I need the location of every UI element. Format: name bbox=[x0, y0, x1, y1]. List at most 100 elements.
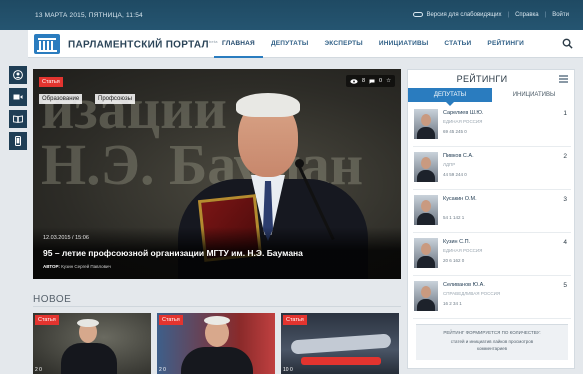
help-link[interactable]: Справка bbox=[515, 12, 539, 18]
card-hair bbox=[77, 319, 99, 327]
deputy-photo bbox=[414, 195, 438, 225]
deputy-stats: 44 59 244 0 bbox=[443, 172, 467, 177]
legend-heading: РЕЙТИНГ ФОРМИРУЕТСЯ ПО КОЛИЧЕСТВУ: bbox=[443, 330, 541, 335]
rating-rank: 5 bbox=[563, 282, 567, 289]
glasses-icon bbox=[413, 12, 424, 17]
tag-education[interactable]: Образование bbox=[39, 94, 83, 104]
nav-ratings[interactable]: РЕЙТИНГИ bbox=[479, 30, 532, 58]
views-count: 8 bbox=[361, 78, 365, 84]
top-bar: 13 МАРТА 2015, ПЯТНИЦА, 11:54 Версия для… bbox=[0, 0, 583, 30]
ratings-legend: РЕЙТИНГ ФОРМИРУЕТСЯ ПО КОЛИЧЕСТВУ: стате… bbox=[416, 324, 568, 360]
star-icon[interactable]: ☆ bbox=[386, 78, 391, 84]
main-header: ПАРЛАМЕНТСКИЙ ПОРТАЛbeta ГЛАВНАЯ ДЕПУТАТ… bbox=[28, 30, 583, 58]
news-card[interactable]: Статья 2 0 bbox=[33, 313, 151, 374]
rating-item[interactable]: Сарелиев Ш.Ю. ЕДИНАЯ РОССИЯ 69 45 245 0 … bbox=[413, 107, 571, 147]
card-stats: 10 0 bbox=[283, 367, 293, 373]
eye-icon bbox=[350, 78, 358, 84]
nav-initiatives[interactable]: ИНИЦИАТИВЫ bbox=[371, 30, 437, 58]
video-camera-icon bbox=[13, 94, 23, 100]
deputy-party: СПРАВЕДЛИВАЯ РОССИЯ bbox=[443, 291, 501, 296]
search-icon[interactable] bbox=[562, 38, 573, 49]
rating-rank: 3 bbox=[563, 196, 567, 203]
article-date: 12.03.2015 / 15:06 bbox=[43, 235, 89, 241]
nav-home[interactable]: ГЛАВНАЯ bbox=[214, 30, 263, 58]
microphone-icon bbox=[295, 159, 304, 168]
deputy-name[interactable]: Кусакин О.М. bbox=[443, 196, 477, 202]
nav-deputies[interactable]: ДЕПУТАТЫ bbox=[263, 30, 317, 58]
ratings-panel: РЕЙТИНГИ ДЕПУТАТЫ ИНИЦИАТИВЫ Сарелиев Ш.… bbox=[407, 69, 575, 369]
wall-text-line: изации bbox=[41, 76, 227, 141]
rating-rank: 4 bbox=[563, 239, 567, 246]
deputy-party: ЕДИНАЯ РОССИЯ bbox=[443, 119, 483, 124]
tag-unions[interactable]: Профсоюзы bbox=[95, 94, 135, 104]
portal-logo-icon[interactable] bbox=[34, 34, 60, 54]
mobile-phone-icon bbox=[15, 136, 21, 146]
hero-stats: 8 0 ☆ bbox=[345, 75, 395, 87]
divider: | bbox=[544, 12, 547, 19]
ratings-tabs: ДЕПУТАТЫ ИНИЦИАТИВЫ bbox=[408, 88, 576, 106]
news-card[interactable]: Статья 10 0 bbox=[281, 313, 399, 374]
deputy-photo bbox=[414, 238, 438, 268]
featured-article[interactable]: изации Н.Э. Бауман Статья Образование Пр… bbox=[33, 69, 401, 279]
ratings-title: РЕЙТИНГИ bbox=[456, 74, 508, 84]
rating-item[interactable]: Кузин С.П. ЕДИНАЯ РОССИЯ 20 6 162 0 4 bbox=[413, 236, 571, 276]
author-label: АВТОР: bbox=[43, 264, 60, 269]
menu-icon[interactable] bbox=[559, 75, 568, 83]
deputy-stats: 20 6 162 0 bbox=[443, 258, 465, 263]
comment-icon bbox=[369, 79, 375, 84]
left-toolbar bbox=[9, 66, 27, 154]
card-hair bbox=[204, 316, 230, 325]
card-suit bbox=[61, 343, 117, 374]
user-button[interactable] bbox=[9, 66, 27, 84]
user-icon bbox=[13, 70, 23, 80]
deputy-name[interactable]: Пивков С.А. bbox=[443, 153, 474, 159]
card-aircraft bbox=[290, 333, 392, 355]
login-link[interactable]: Войти bbox=[552, 12, 569, 18]
hero-wall-lettering: изации Н.Э. Бауман bbox=[41, 76, 363, 194]
nav-articles[interactable]: СТАТЬИ bbox=[436, 30, 479, 58]
portal-title[interactable]: ПАРЛАМЕНТСКИЙ ПОРТАЛbeta bbox=[68, 39, 218, 50]
top-links: Версия для слабовидящих | Справка | Войт… bbox=[413, 12, 569, 18]
rating-item[interactable]: Пивков С.А. ЛДПР 44 59 244 0 2 bbox=[413, 150, 571, 190]
rating-rank: 1 bbox=[563, 110, 567, 117]
news-card[interactable]: Статья 2 0 bbox=[157, 313, 275, 374]
mobile-button[interactable] bbox=[9, 132, 27, 150]
comments-count: 0 bbox=[379, 78, 383, 84]
card-badge: Статья bbox=[283, 315, 307, 325]
tab-deputies[interactable]: ДЕПУТАТЫ bbox=[408, 88, 492, 106]
deputy-photo bbox=[414, 152, 438, 182]
tab-initiatives[interactable]: ИНИЦИАТИВЫ bbox=[492, 88, 576, 102]
book-icon bbox=[13, 115, 23, 123]
card-suit bbox=[181, 347, 253, 374]
deputy-stats: 54 1 142 1 bbox=[443, 215, 465, 220]
card-badge: Статья bbox=[35, 315, 59, 325]
current-date: 13 МАРТА 2015, ПЯТНИЦА, 11:54 bbox=[35, 12, 143, 19]
deputy-name[interactable]: Селиванов Ю.А. bbox=[443, 282, 485, 288]
deputy-name[interactable]: Сарелиев Ш.Ю. bbox=[443, 110, 483, 116]
new-section-title: НОВОЕ bbox=[33, 294, 72, 305]
article-badge: Статья bbox=[39, 77, 63, 87]
rating-item[interactable]: Кусакин О.М. 54 1 142 1 3 bbox=[413, 193, 571, 233]
deputy-photo bbox=[414, 281, 438, 311]
article-author: АВТОР: Кузин Сергей Павлович bbox=[43, 264, 111, 269]
author-name[interactable]: Кузин Сергей Павлович bbox=[61, 264, 111, 269]
deputy-name[interactable]: Кузин С.П. bbox=[443, 239, 470, 245]
article-title[interactable]: 95 – летие профсоюзной организации МГТУ … bbox=[43, 248, 303, 258]
deputy-stats: 16 2 34 1 bbox=[443, 301, 462, 306]
video-button[interactable] bbox=[9, 88, 27, 106]
portal-title-text: ПАРЛАМЕНТСКИЙ ПОРТАЛ bbox=[68, 39, 209, 51]
deputy-photo bbox=[414, 109, 438, 139]
deputy-party: ЕДИНАЯ РОССИЯ bbox=[443, 248, 483, 253]
book-button[interactable] bbox=[9, 110, 27, 128]
divider bbox=[33, 306, 401, 307]
nav-experts[interactable]: ЭКСПЕРТЫ bbox=[316, 30, 370, 58]
accessibility-link[interactable]: Версия для слабовидящих bbox=[413, 12, 502, 18]
rating-item[interactable]: Селиванов Ю.А. СПРАВЕДЛИВАЯ РОССИЯ 16 2 … bbox=[413, 279, 571, 319]
divider: | bbox=[507, 12, 510, 19]
card-badge: Статья bbox=[159, 315, 183, 325]
rating-rank: 2 bbox=[563, 153, 567, 160]
card-stripe bbox=[301, 357, 381, 365]
legend-items-2: комментариев bbox=[476, 346, 508, 351]
card-stats: 2 0 bbox=[35, 367, 42, 373]
speaker-hair bbox=[236, 93, 300, 117]
